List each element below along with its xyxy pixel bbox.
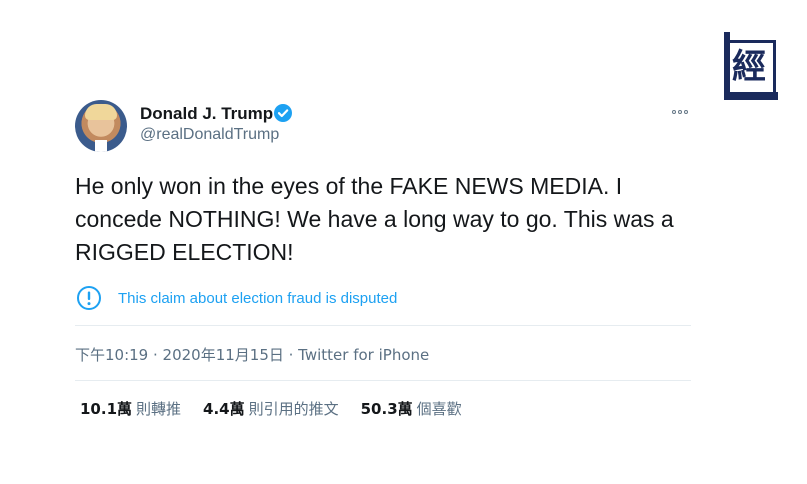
logo-bar-bottom (724, 92, 778, 100)
more-dot (672, 110, 676, 114)
more-options-icon[interactable] (672, 106, 692, 118)
logo-glyph: 經 (732, 47, 766, 87)
retweets-stat[interactable]: 10.1萬 則轉推 (80, 398, 181, 419)
tweet-text: He only won in the eyes of the FAKE NEWS… (75, 173, 674, 265)
verified-badge-icon (274, 104, 292, 122)
author-name[interactable]: Donald J. Trump (140, 104, 273, 124)
likes-stat[interactable]: 50.3萬 個喜歡 (361, 398, 462, 419)
avatar[interactable] (75, 100, 127, 152)
author-handle[interactable]: @realDonaldTrump (140, 126, 279, 144)
retweets-label: 則轉推 (136, 400, 182, 418)
avatar-hair (85, 104, 117, 120)
quote-tweets-count: 4.4萬 (203, 400, 245, 418)
likes-label: 個喜歡 (416, 400, 462, 418)
quote-tweets-label: 則引用的推文 (248, 400, 339, 418)
more-dot (678, 110, 682, 114)
logo-bar-left (724, 32, 730, 100)
retweets-count: 10.1萬 (80, 400, 133, 418)
exclamation-circle-icon (77, 286, 101, 310)
quote-tweets-stat[interactable]: 4.4萬 則引用的推文 (203, 398, 339, 419)
engagement-stats: 10.1萬 則轉推 4.4萬 則引用的推文 50.3萬 個喜歡 (80, 398, 462, 419)
divider (75, 380, 691, 381)
disputed-claim-link[interactable]: This claim about election fraud is dispu… (118, 290, 397, 307)
likes-count: 50.3萬 (360, 400, 413, 418)
tweet-timestamp[interactable]: 下午10:19 · 2020年11月15日 · Twitter for iPho… (75, 344, 429, 365)
avatar-shirt (95, 140, 107, 152)
publisher-logo: 經 (718, 28, 782, 104)
more-dot (684, 110, 688, 114)
divider (75, 325, 691, 326)
